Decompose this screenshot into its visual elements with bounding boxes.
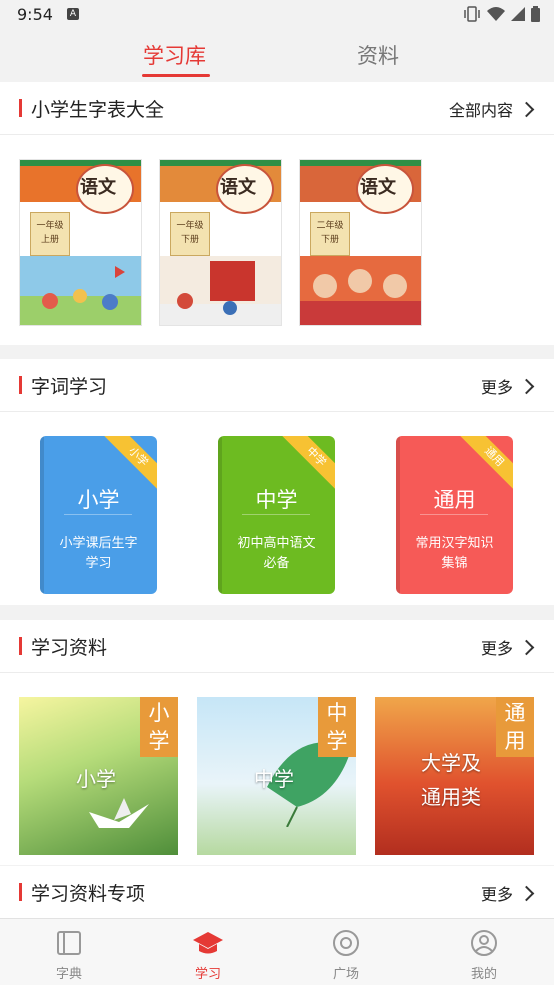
tile-label-line1: 大学及 [421, 751, 481, 775]
more-link[interactable]: 更多 [480, 881, 535, 905]
more-link[interactable]: 更多 [480, 635, 535, 659]
cover-title: 语文 [80, 177, 116, 198]
status-time: 9:54 [17, 5, 53, 24]
card-description: 初中高中语文 必备 [237, 536, 316, 571]
cover-grade-label: 二年级 下册 [310, 212, 350, 256]
section-title: 学习资料 [31, 637, 108, 659]
status-bar: 9:54 A [0, 0, 554, 30]
section-study-materials: 学习资料 更多 小学 小学 中学 中学 通用 大学及 通用类 [0, 620, 554, 865]
graduation-cap-icon [193, 932, 223, 954]
textbook-cover-grade1-vol2[interactable]: 语文 一年级 下册 [159, 159, 282, 326]
user-icon [471, 930, 497, 956]
tile-label: 小学 [76, 767, 116, 791]
cover-illustration [160, 256, 281, 325]
section-header: 学习资料 更多 [0, 620, 554, 673]
section-accent-bar [19, 637, 22, 655]
more-label: 更多 [480, 378, 513, 397]
tile-tag: 中学 [318, 697, 356, 757]
general-card[interactable]: 通用 通用 常用汉字知识 集锦 [396, 436, 513, 594]
section-header: 学习资料专项 更多 [0, 866, 554, 918]
card-title: 小学 [77, 488, 120, 512]
tab-label: 学习 [194, 967, 221, 982]
section-header: 小学生字表大全 全部内容 [0, 82, 554, 135]
battery-icon [531, 6, 540, 22]
signal-icon [511, 7, 525, 21]
primary-school-card[interactable]: 小学 小学 小学课后生字 学习 [40, 436, 157, 594]
tab-study-library[interactable]: 学习库 [143, 40, 206, 70]
material-tile-general[interactable]: 通用 大学及 通用类 [375, 697, 534, 855]
section-accent-bar [19, 99, 22, 117]
section-accent-bar [19, 376, 22, 394]
notification-a-icon: A [67, 8, 79, 20]
middle-school-card[interactable]: 中学 中学 初中高中语文 必备 [218, 436, 335, 594]
tab-mine[interactable]: 我的 [434, 919, 534, 985]
tab-dictionary[interactable]: 字典 [19, 919, 119, 985]
textbook-cover-grade2-vol2[interactable]: 语文 二年级 下册 [299, 159, 422, 326]
tile-tag: 通用 [496, 697, 534, 757]
chevron-right-icon [518, 101, 535, 117]
chevron-right-icon [518, 885, 535, 901]
card-title: 中学 [255, 488, 298, 512]
textbook-cover-grade1-vol1[interactable]: 语文 一年级 上册 [19, 159, 142, 326]
wifi-icon [487, 7, 505, 21]
section-title: 字词学习 [31, 376, 108, 398]
tab-label: 我的 [470, 967, 497, 982]
tab-study[interactable]: 学习 [158, 919, 258, 985]
compass-icon [333, 930, 359, 956]
section-title: 小学生字表大全 [31, 99, 165, 121]
cover-grade-label: 一年级 上册 [30, 212, 70, 256]
all-content-link[interactable]: 全部内容 [448, 97, 535, 121]
top-tab-bar: 学习库 资料 [0, 30, 554, 80]
cover-illustration [300, 256, 421, 325]
more-label: 更多 [480, 885, 513, 904]
card-description: 常用汉字知识 集锦 [415, 536, 494, 571]
tab-label: 字典 [55, 967, 82, 982]
material-tile-middle[interactable]: 中学 中学 [197, 697, 356, 855]
cover-title: 语文 [220, 177, 256, 198]
more-label: 全部内容 [448, 101, 513, 120]
section-header: 字词学习 更多 [0, 359, 554, 412]
tab-materials[interactable]: 资料 [357, 40, 399, 70]
section-word-study: 字词学习 更多 小学 小学 小学课后生字 学习 中学 中学 初中高中语文 必备 通用… [0, 359, 554, 605]
more-label: 更多 [480, 639, 513, 658]
tab-label: 广场 [332, 967, 359, 982]
more-link[interactable]: 更多 [480, 374, 535, 398]
section-title: 学习资料专项 [31, 883, 146, 905]
bottom-tab-bar: 字典 学习 广场 我的 [0, 918, 554, 985]
cover-grade-label: 一年级 下册 [170, 212, 210, 256]
active-tab-indicator [142, 74, 210, 77]
card-title: 通用 [433, 488, 476, 512]
paper-boat-illustration [89, 798, 149, 828]
tile-label: 中学 [254, 767, 294, 791]
tab-plaza[interactable]: 广场 [296, 919, 396, 985]
chevron-right-icon [518, 639, 535, 655]
card-description: 小学课后生字 学习 [59, 536, 138, 571]
tile-tag: 小学 [140, 697, 178, 757]
vibrate-icon [464, 6, 480, 22]
section-accent-bar [19, 883, 22, 901]
section-material-topics: 学习资料专项 更多 [0, 866, 554, 918]
tile-label-line2: 通用类 [421, 785, 481, 809]
cover-title: 语文 [360, 177, 396, 198]
chevron-right-icon [518, 378, 535, 394]
material-tile-primary[interactable]: 小学 小学 [19, 697, 178, 855]
section-character-tables: 小学生字表大全 全部内容 语文 一年级 上册 语文 一年级 下册 语文 二年级 下册 [0, 82, 554, 345]
cover-illustration [20, 256, 141, 325]
book-icon [57, 931, 81, 955]
